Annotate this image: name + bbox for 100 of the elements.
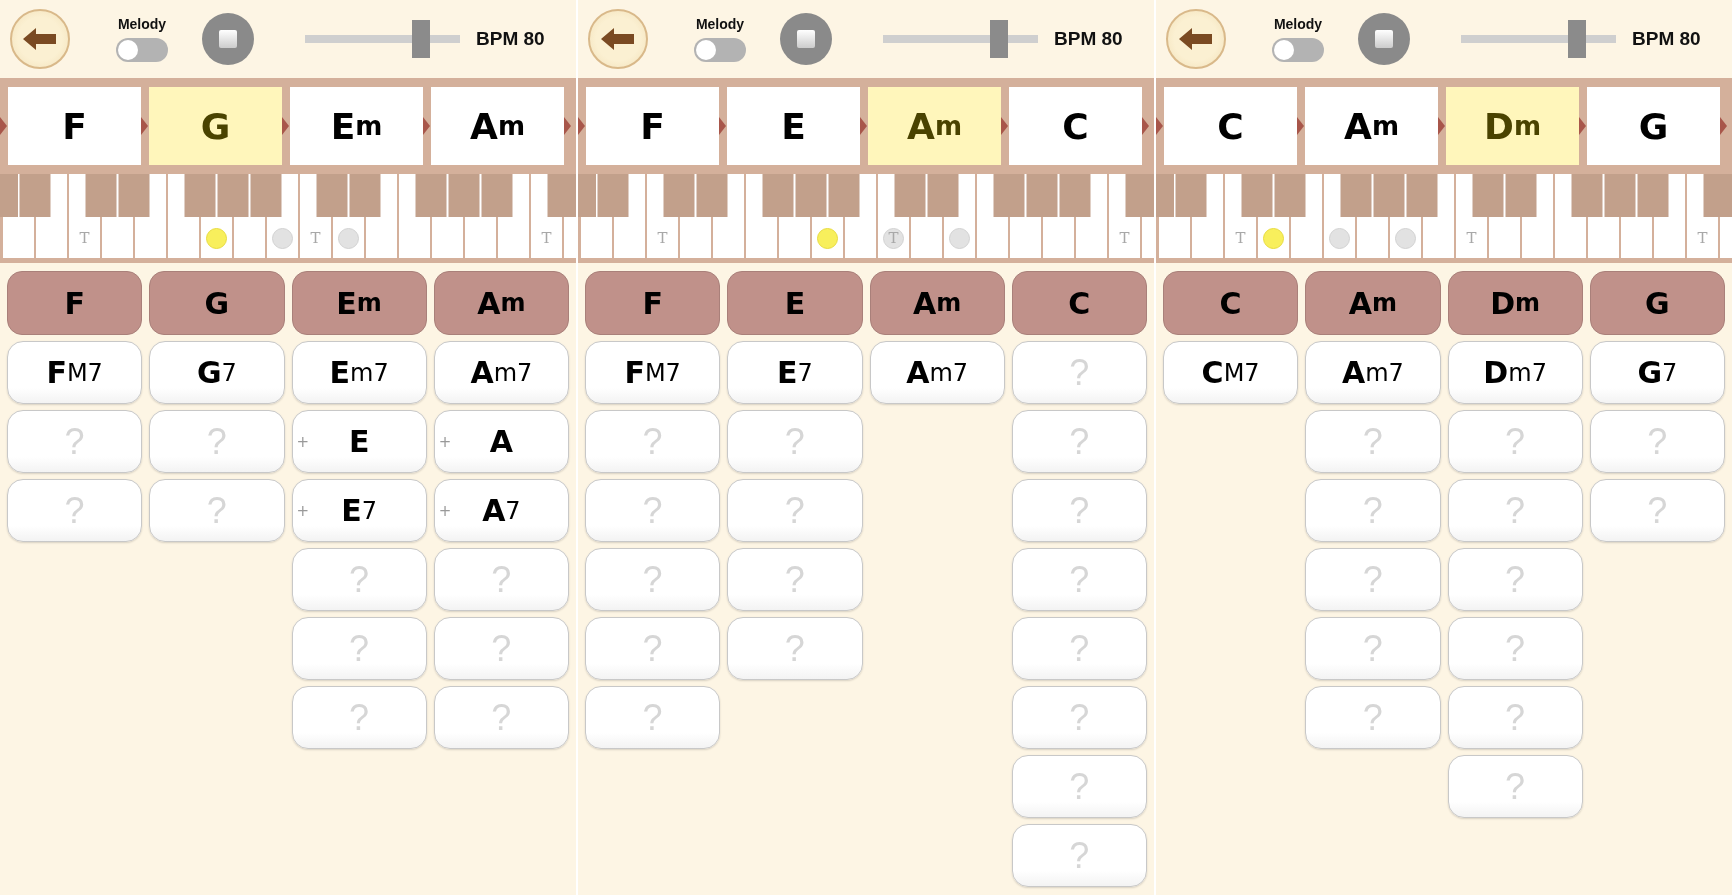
empty-slot[interactable]: ? xyxy=(1447,479,1583,542)
empty-slot[interactable]: ? xyxy=(1305,548,1441,611)
chord-option[interactable]: Dm7 xyxy=(1447,341,1583,404)
chord-option[interactable]: Am7 xyxy=(433,341,569,404)
empty-slot[interactable]: ? xyxy=(1305,617,1441,680)
chord-option[interactable]: CM7 xyxy=(1163,341,1299,404)
empty-slot[interactable]: ? xyxy=(1011,755,1147,818)
progression-chord[interactable]: C xyxy=(1009,87,1142,165)
empty-slot[interactable]: ? xyxy=(1305,410,1441,473)
chord-option[interactable]: FM7 xyxy=(7,341,143,404)
chord-header[interactable]: C xyxy=(1163,271,1299,335)
empty-slot[interactable]: ? xyxy=(291,548,427,611)
empty-slot[interactable]: ? xyxy=(1305,686,1441,749)
empty-slot[interactable]: ? xyxy=(727,548,863,611)
empty-slot[interactable]: ? xyxy=(1447,617,1583,680)
empty-slot[interactable]: ? xyxy=(1011,341,1147,404)
empty-slot[interactable]: ? xyxy=(1011,548,1147,611)
chord-option[interactable]: + A7 xyxy=(433,479,569,542)
empty-slot[interactable]: ? xyxy=(1011,824,1147,887)
melody-label: Melody xyxy=(695,16,745,32)
tonic-mark: T xyxy=(79,230,90,246)
bpm-reading: BPM 80 xyxy=(1632,28,1701,50)
piano-key[interactable]: T xyxy=(300,217,331,258)
tonic-mark: T xyxy=(657,230,668,246)
empty-slot[interactable]: ? xyxy=(1589,410,1725,473)
progression-chord[interactable]: Am xyxy=(1305,87,1438,165)
chord-option[interactable]: Am7 xyxy=(1305,341,1441,404)
chord-option[interactable]: E7 xyxy=(727,341,863,404)
chord-option[interactable]: Em7 xyxy=(291,341,427,404)
piano-key[interactable]: T xyxy=(1687,217,1718,258)
chord-header[interactable]: Am xyxy=(869,271,1005,335)
empty-slot[interactable]: ? xyxy=(1305,479,1441,542)
piano-key[interactable]: T xyxy=(1456,217,1487,258)
chord-option[interactable]: Am7 xyxy=(869,341,1005,404)
empty-slot[interactable]: ? xyxy=(1447,755,1583,818)
progression-chord[interactable]: Am xyxy=(868,87,1001,165)
progression-chord[interactable]: G xyxy=(149,87,282,165)
empty-slot[interactable]: ? xyxy=(1589,479,1725,542)
tonic-mark: T xyxy=(1466,230,1477,246)
empty-slot[interactable]: ? xyxy=(433,686,569,749)
chord-option[interactable]: + E7 xyxy=(291,479,427,542)
empty-slot[interactable]: ? xyxy=(149,479,285,542)
piano-key[interactable]: T xyxy=(647,217,678,258)
chord-header[interactable]: G xyxy=(1589,271,1725,335)
chord-header[interactable]: F xyxy=(585,271,721,335)
piano-key[interactable]: T xyxy=(878,217,909,258)
empty-slot[interactable]: ? xyxy=(585,686,721,749)
empty-slot[interactable]: ? xyxy=(291,617,427,680)
empty-slot[interactable]: ? xyxy=(1447,548,1583,611)
piano-key[interactable]: T xyxy=(69,217,100,258)
empty-slot[interactable]: ? xyxy=(433,617,569,680)
chord-header[interactable]: Am xyxy=(1305,271,1441,335)
progression-chord[interactable]: C xyxy=(1164,87,1297,165)
chord-header[interactable]: Dm xyxy=(1447,271,1583,335)
progression-chord[interactable]: Am xyxy=(431,87,564,165)
empty-slot[interactable]: ? xyxy=(7,479,143,542)
piano-key[interactable]: T xyxy=(1225,217,1256,258)
piano-key[interactable]: T xyxy=(1109,217,1140,258)
empty-slot[interactable]: ? xyxy=(585,548,721,611)
melody-label: Melody xyxy=(117,16,167,32)
chord-header[interactable]: F xyxy=(7,271,143,335)
empty-slot[interactable]: ? xyxy=(585,617,721,680)
empty-slot[interactable]: ? xyxy=(1447,410,1583,473)
melody-label: Melody xyxy=(1273,16,1323,32)
progression-chord[interactable]: G xyxy=(1587,87,1720,165)
empty-slot[interactable]: ? xyxy=(727,479,863,542)
empty-slot[interactable]: ? xyxy=(7,410,143,473)
empty-slot[interactable]: ? xyxy=(149,410,285,473)
chord-header[interactable]: Am xyxy=(433,271,569,335)
tonic-mark: T xyxy=(1697,230,1708,246)
plus-mark: + xyxy=(296,433,310,451)
progression-chord[interactable]: Dm xyxy=(1446,87,1579,165)
chord-option[interactable]: G7 xyxy=(1589,341,1725,404)
chord-option[interactable]: + A xyxy=(433,410,569,473)
empty-slot[interactable]: ? xyxy=(291,686,427,749)
plus-mark: + xyxy=(296,502,310,520)
chord-header[interactable]: E xyxy=(727,271,863,335)
empty-slot[interactable]: ? xyxy=(1447,686,1583,749)
empty-slot[interactable]: ? xyxy=(1011,686,1147,749)
empty-slot[interactable]: ? xyxy=(1011,617,1147,680)
progression-chord[interactable]: F xyxy=(586,87,719,165)
piano-key[interactable]: T xyxy=(531,217,562,258)
empty-slot[interactable]: ? xyxy=(1011,410,1147,473)
chord-header[interactable]: G xyxy=(149,271,285,335)
empty-slot[interactable]: ? xyxy=(585,479,721,542)
chord-header[interactable]: C xyxy=(1011,271,1147,335)
chord-option[interactable]: G7 xyxy=(149,341,285,404)
tonic-mark: T xyxy=(1235,230,1246,246)
progression-chord[interactable]: F xyxy=(8,87,141,165)
empty-slot[interactable]: ? xyxy=(433,548,569,611)
chord-option[interactable]: FM7 xyxy=(585,341,721,404)
empty-slot[interactable]: ? xyxy=(727,617,863,680)
chord-option[interactable]: + E xyxy=(291,410,427,473)
empty-slot[interactable]: ? xyxy=(585,410,721,473)
plus-mark: + xyxy=(438,433,452,451)
progression-chord[interactable]: Em xyxy=(290,87,423,165)
empty-slot[interactable]: ? xyxy=(1011,479,1147,542)
chord-header[interactable]: Em xyxy=(291,271,427,335)
progression-chord[interactable]: E xyxy=(727,87,860,165)
empty-slot[interactable]: ? xyxy=(727,410,863,473)
